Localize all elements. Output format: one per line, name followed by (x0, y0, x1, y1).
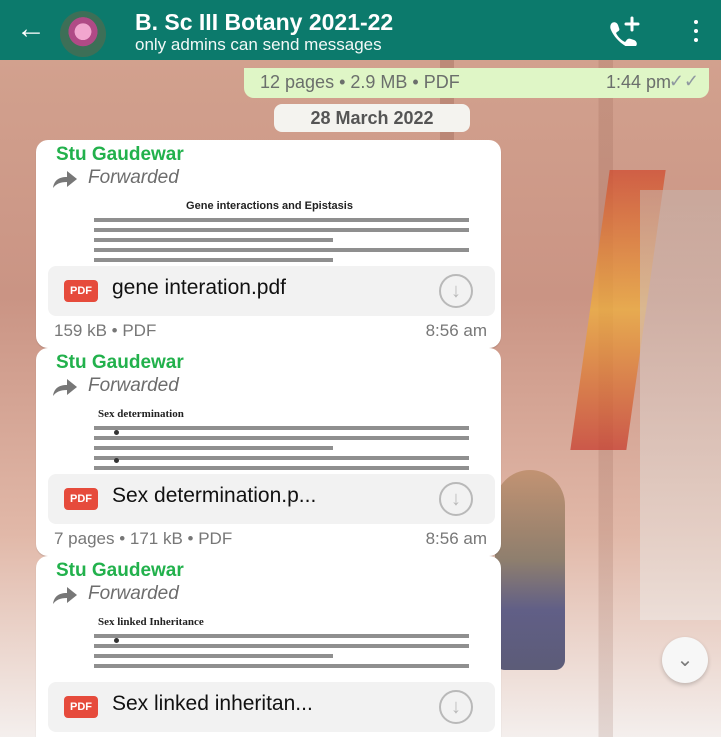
add-call-icon[interactable] (604, 16, 642, 46)
forward-arrow-icon (53, 587, 77, 604)
message-time: 1:44 pm (605, 72, 671, 92)
group-avatar[interactable] (60, 11, 106, 57)
pdf-file-icon: PDF (64, 696, 98, 718)
file-attachment[interactable]: PDF Sex linked inheritan... ↓ (48, 682, 495, 732)
forwarded-label: Forwarded (52, 375, 179, 397)
file-meta: 159 kB • PDF (54, 321, 157, 340)
file-name: Sex determination.p... (112, 484, 317, 507)
document-preview[interactable]: Sex determination (52, 402, 487, 474)
file-attachment[interactable]: PDF Sex determination.p... ↓ (48, 474, 495, 524)
forwarded-label: Forwarded (52, 167, 179, 189)
message-time: 8:56 am (425, 321, 487, 340)
wallpaper-person (495, 470, 565, 670)
wallpaper-decoration (640, 190, 721, 620)
download-icon[interactable]: ↓ (439, 690, 473, 724)
pdf-file-icon: PDF (64, 488, 98, 510)
download-icon[interactable]: ↓ (439, 274, 473, 308)
document-preview[interactable]: Sex linked Inheritance (52, 610, 487, 682)
sender-name: Stu Gaudewar (56, 560, 184, 581)
more-vertical-icon[interactable] (690, 18, 702, 44)
file-name: Sex linked inheritan... (112, 692, 313, 715)
message-bubble[interactable]: Stu Gaudewar Forwarded Sex determination… (36, 348, 501, 556)
group-title[interactable]: B. Sc III Botany 2021-22 (135, 9, 393, 36)
sender-name: Stu Gaudewar (56, 352, 184, 373)
file-meta: 7 pages • 171 kB • PDF (54, 529, 233, 548)
forward-arrow-icon (53, 171, 77, 188)
preview-title: Gene interactions and Epistasis (186, 200, 353, 212)
pdf-file-icon: PDF (64, 280, 98, 302)
forward-arrow-icon (53, 379, 77, 396)
sender-name: Stu Gaudewar (56, 144, 184, 165)
preview-title: Sex linked Inheritance (98, 616, 204, 628)
document-preview[interactable]: Gene interactions and Epistasis (52, 194, 487, 266)
scroll-to-bottom-button[interactable]: ⌄ (662, 637, 708, 683)
message-bubble[interactable]: Stu Gaudewar Forwarded Sex linked Inheri… (36, 556, 501, 737)
message-time: 8:56 am (425, 529, 487, 548)
download-icon[interactable]: ↓ (439, 482, 473, 516)
date-separator: 28 March 2022 (274, 104, 470, 132)
preview-title: Sex determination (98, 408, 184, 420)
previous-file-message[interactable]: 12 pages • 2.9 MB • PDF 1:44 pm ✓✓ (244, 68, 709, 98)
group-subtitle: only admins can send messages (135, 35, 382, 54)
read-receipt-icon: ✓✓ (668, 71, 699, 91)
chat-header: ← B. Sc III Botany 2021-22 only admins c… (0, 0, 721, 60)
file-meta: 12 pages • 2.9 MB • PDF (260, 72, 460, 92)
file-name: gene interation.pdf (112, 276, 286, 299)
forwarded-label: Forwarded (52, 583, 179, 605)
back-arrow-icon[interactable]: ← (16, 12, 46, 46)
file-attachment[interactable]: PDF gene interation.pdf ↓ (48, 266, 495, 316)
message-bubble[interactable]: Stu Gaudewar Forwarded Gene interactions… (36, 140, 501, 348)
